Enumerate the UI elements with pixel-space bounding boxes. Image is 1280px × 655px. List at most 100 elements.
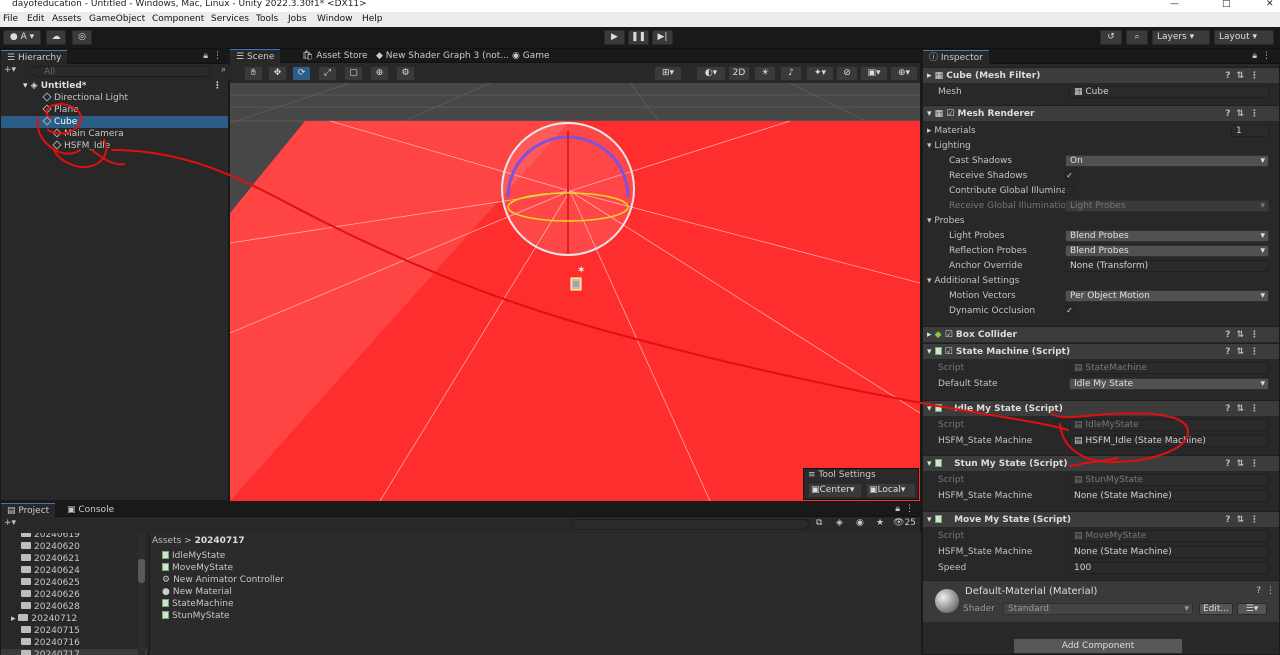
- rotate-tool-icon[interactable]: ⟳: [292, 66, 311, 81]
- component-icons[interactable]: ?⇅⋮: [1225, 512, 1265, 528]
- folder-item-selected[interactable]: 20240717: [1, 649, 147, 655]
- lock-icon[interactable]: 🔒︎: [203, 51, 208, 61]
- folder-item[interactable]: 20240625: [1, 577, 147, 589]
- tab-hierarchy[interactable]: ☰ Hierarchy: [1, 50, 68, 64]
- component-icons[interactable]: ?⇅⋮: [1225, 106, 1265, 122]
- play-button[interactable]: ▶: [604, 30, 625, 45]
- materials-row[interactable]: ▸ Materials 1: [923, 124, 1279, 138]
- cloud-icon[interactable]: ☁: [46, 30, 66, 45]
- tab-asset-store[interactable]: 🛍︎ Asset Store: [296, 49, 374, 63]
- hierarchy-item-plane[interactable]: Plane: [1, 104, 228, 116]
- move-tool-icon[interactable]: ✥: [268, 66, 287, 81]
- layers-dropdown[interactable]: Layers ▾: [1152, 30, 1210, 45]
- shader-list-icon[interactable]: ☰▾: [1237, 603, 1267, 615]
- menu-help[interactable]: Help: [362, 14, 383, 24]
- tab-scene[interactable]: ☰ Scene: [230, 49, 281, 63]
- project-lock-icon[interactable]: 🔒︎: [895, 504, 900, 514]
- filter-type-icon[interactable]: ⧉: [816, 518, 822, 528]
- menu-tools[interactable]: Tools: [256, 14, 278, 24]
- custom-tool-icon[interactable]: ⚙︎: [396, 66, 415, 81]
- filter-hidden-icon[interactable]: ◉: [856, 518, 864, 528]
- move-sm-field[interactable]: None (State Machine): [1069, 546, 1269, 558]
- idle-sm-field[interactable]: ▤ HSFM_Idle (State Machine): [1069, 435, 1269, 447]
- camera-settings-icon[interactable]: ▣▾: [860, 66, 888, 81]
- project-menu-icon[interactable]: ⋮: [905, 504, 914, 514]
- asset-item[interactable]: StunMyState: [150, 610, 921, 622]
- grid-snap-icon[interactable]: ⊞▾: [654, 66, 682, 81]
- stun-sm-field[interactable]: None (State Machine): [1069, 490, 1269, 502]
- pause-button[interactable]: ❚❚: [628, 30, 649, 45]
- folder-scrollbar[interactable]: [138, 533, 145, 655]
- move-state-header[interactable]: ▾ Move My State (Script) ?⇅⋮: [923, 511, 1279, 527]
- lighting-row[interactable]: ▾ Lighting: [923, 139, 1279, 153]
- reflection-probes-dropdown[interactable]: Blend Probes: [1065, 245, 1269, 257]
- folder-item[interactable]: 20240624: [1, 565, 147, 577]
- tab-game[interactable]: ◉ Game: [506, 49, 556, 63]
- lighting-toggle-icon[interactable]: ☀: [754, 66, 776, 81]
- light-probes-dropdown[interactable]: Blend Probes: [1065, 230, 1269, 242]
- inspector-lock-icon[interactable]: 🔒︎: [1252, 51, 1257, 61]
- menu-services[interactable]: Services: [211, 14, 249, 24]
- history-icon[interactable]: ↺: [1100, 30, 1122, 45]
- search-icon[interactable]: ⌕: [1126, 30, 1148, 45]
- component-icons[interactable]: ?⇅⋮: [1225, 68, 1265, 84]
- visibility-toggle-icon[interactable]: ⊘: [836, 66, 858, 81]
- dynamic-occlusion-checkbox[interactable]: ✓: [1065, 306, 1074, 315]
- hierarchy-item-directional-light[interactable]: Directional Light: [1, 92, 228, 104]
- scene-viewport[interactable]: ✶: [230, 83, 920, 501]
- tab-project[interactable]: ▤ Project: [1, 503, 56, 517]
- additional-settings-row[interactable]: ▾ Additional Settings: [923, 274, 1279, 288]
- close-button[interactable]: ✕: [1266, 0, 1274, 9]
- step-button[interactable]: ▶|: [652, 30, 673, 45]
- menu-jobs[interactable]: Jobs: [288, 14, 307, 24]
- asset-item[interactable]: StateMachine: [150, 598, 921, 610]
- scene-menu-icon[interactable]: ⋮: [213, 80, 222, 92]
- stun-state-header[interactable]: ▾ Stun My State (Script) ?⇅⋮: [923, 455, 1279, 471]
- probes-row[interactable]: ▾ Probes: [923, 214, 1279, 228]
- hierarchy-item-hsfm-idle[interactable]: HSFM_Idle: [1, 140, 228, 152]
- scene-root-row[interactable]: ▾ ◈ Untitled* ⋮: [1, 80, 228, 92]
- asset-item[interactable]: ⚙︎ New Animator Controller: [150, 574, 921, 586]
- mesh-filter-header[interactable]: ▸ ▦ Cube (Mesh Filter) ?⇅⋮: [923, 67, 1279, 83]
- minimize-button[interactable]: —: [1170, 0, 1179, 9]
- asset-item[interactable]: ● New Material: [150, 586, 921, 598]
- search-filter-icon[interactable]: ⌕: [221, 65, 226, 75]
- shader-dropdown[interactable]: Standard: [1003, 603, 1193, 615]
- folder-scrollbar-thumb[interactable]: [138, 559, 145, 583]
- contribute-gi-checkbox[interactable]: [1065, 186, 1074, 195]
- project-add-icon[interactable]: +▾: [4, 518, 16, 528]
- mesh-renderer-header[interactable]: ▾ ▦ ☑ Mesh Renderer ?⇅⋮: [923, 105, 1279, 121]
- breadcrumb-root[interactable]: Assets: [152, 536, 181, 546]
- menu-file[interactable]: File: [3, 14, 18, 24]
- hierarchy-search-input[interactable]: All: [31, 66, 211, 77]
- cast-shadows-dropdown[interactable]: On: [1065, 155, 1269, 167]
- materials-count-field[interactable]: 1: [1231, 125, 1269, 137]
- menu-assets[interactable]: Assets: [52, 14, 81, 24]
- filter-label-icon[interactable]: ◈: [836, 518, 843, 528]
- rotate-gizmo[interactable]: [501, 122, 635, 256]
- folder-item[interactable]: 20240715: [1, 625, 147, 637]
- add-component-button[interactable]: Add Component: [1013, 638, 1183, 654]
- folder-item[interactable]: 20240620: [1, 541, 147, 553]
- folder-item[interactable]: 20240628: [1, 601, 147, 613]
- material-menu-icon[interactable]: ⋮: [1266, 586, 1275, 596]
- toggle-2d-button[interactable]: 2D: [728, 66, 750, 81]
- state-machine-header[interactable]: ▾ ☑ State Machine (Script) ?⇅⋮: [923, 343, 1279, 359]
- audio-toggle-icon[interactable]: ♪: [780, 66, 802, 81]
- add-icon[interactable]: +▾: [4, 65, 16, 75]
- folder-item[interactable]: 20240619: [1, 533, 147, 541]
- project-search-input[interactable]: [571, 519, 809, 530]
- favorite-icon[interactable]: ★: [876, 518, 884, 528]
- pivot-dropdown[interactable]: ▣Center▾: [808, 483, 862, 498]
- asset-item[interactable]: MoveMyState: [150, 562, 921, 574]
- menu-gameobject[interactable]: GameObject: [89, 14, 145, 24]
- transform-tool-icon[interactable]: ⊕: [370, 66, 389, 81]
- hand-tool-icon[interactable]: ✋︎: [244, 66, 263, 81]
- tab-inspector[interactable]: ⓘ Inspector: [923, 50, 989, 64]
- component-icons[interactable]: ?⇅⋮: [1225, 327, 1265, 343]
- motion-vectors-dropdown[interactable]: Per Object Motion: [1065, 290, 1269, 302]
- speed-field[interactable]: 100: [1069, 562, 1269, 574]
- effects-toggle-icon[interactable]: ✦▾: [806, 66, 834, 81]
- menu-component[interactable]: Component: [152, 14, 204, 24]
- edit-shader-button[interactable]: Edit...: [1199, 603, 1233, 615]
